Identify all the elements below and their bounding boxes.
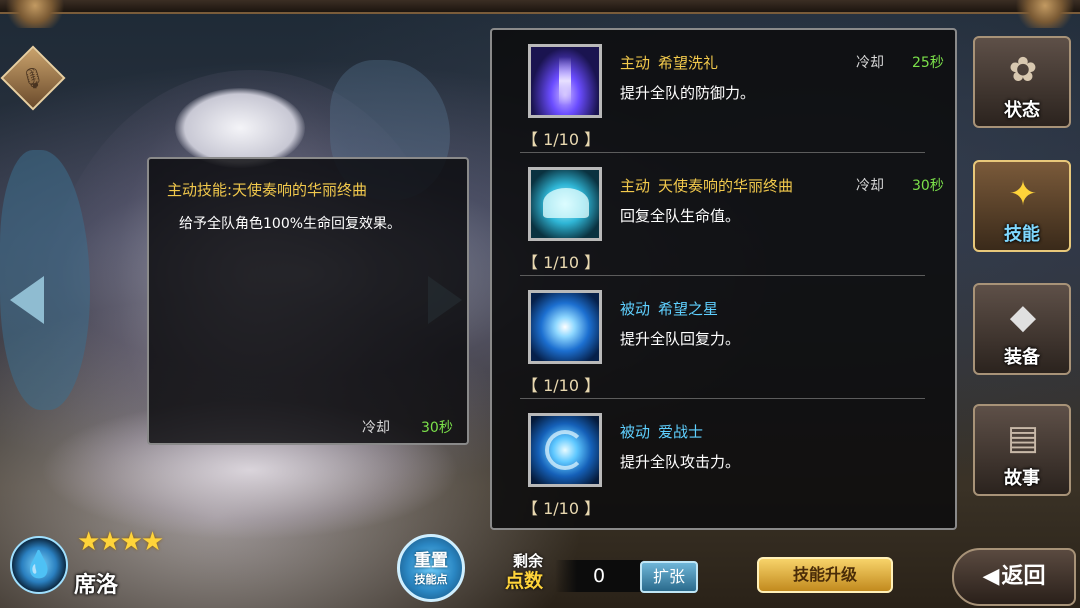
skill-upgrade-button[interactable]: 技能升级 xyxy=(757,557,893,593)
skill-type: 被动 xyxy=(620,423,651,441)
skill-type: 主动 xyxy=(620,54,651,72)
hat-art xyxy=(175,88,305,168)
tab-label: 技能 xyxy=(1004,224,1040,245)
skill-title: 天使奏响的华丽终曲 xyxy=(658,177,794,195)
tooltip-cooldown-value: 30秒 xyxy=(421,420,453,436)
skill-cooldown-label: 冷却 xyxy=(856,178,884,194)
skill-title: 希望之星 xyxy=(658,300,719,318)
skill-level: 【 1/10 】 xyxy=(522,376,601,395)
skill-row[interactable]: 主动 希望洗礼 提升全队的防御力。 冷却 25秒 【 1/10 】 xyxy=(492,30,955,153)
water-swirl-icon xyxy=(528,413,602,487)
water-drop-icon: 💧 xyxy=(10,536,68,594)
tooltip-cooldown-label: 冷却 xyxy=(362,420,390,436)
remaining-points-value: 0 xyxy=(555,560,643,592)
skill-tooltip: 主动技能:天使奏响的华丽终曲 给予全队角色100%生命回复效果。 冷却 30秒 xyxy=(147,157,469,445)
skill-type: 主动 xyxy=(620,177,651,195)
corner-ornament-right xyxy=(1010,0,1080,28)
star-burst-icon xyxy=(528,290,602,364)
character-name: 席洛 xyxy=(74,573,119,598)
skill-description: 提升全队攻击力。 xyxy=(620,453,741,471)
skill-name: 被动 希望之星 xyxy=(620,298,718,319)
tooltip-description: 给予全队角色100%生命回复效果。 xyxy=(179,216,402,232)
skill-cooldown-label: 冷却 xyxy=(856,55,884,71)
top-frame xyxy=(0,0,1080,14)
skill-list-panel: 主动 希望洗礼 提升全队的防御力。 冷却 25秒 【 1/10 】 主动 天使奏响的… xyxy=(490,28,957,530)
remaining-points-label: 剩余 点数 xyxy=(505,551,543,591)
points-label-bottom: 点数 xyxy=(505,570,544,592)
tab-equipment[interactable]: ◆ 装备 xyxy=(973,283,1071,375)
tab-skill[interactable]: ✦ 技能 xyxy=(973,160,1071,252)
reset-label-line1: 重置 xyxy=(414,551,448,571)
tab-story[interactable]: ▤ 故事 xyxy=(973,404,1071,496)
skill-name: 被动 爱战士 xyxy=(620,421,703,442)
reset-label-line2: 技能点 xyxy=(414,573,448,586)
back-button[interactable]: ◀返回 xyxy=(952,548,1076,606)
skill-description: 提升全队的防御力。 xyxy=(620,84,756,102)
status-icon: ✿ xyxy=(1008,50,1038,90)
skill-description: 回复全队生命值。 xyxy=(620,207,741,225)
skill-cooldown-value: 30秒 xyxy=(912,178,944,194)
skill-cooldown-value: 25秒 xyxy=(912,55,944,71)
tooltip-title: 主动技能:天使奏响的华丽终曲 xyxy=(167,181,368,199)
light-pillar-icon xyxy=(528,44,602,118)
angel-wings-icon xyxy=(528,167,602,241)
skill-row[interactable]: 主动 天使奏响的华丽终曲 回复全队生命值。 冷却 30秒 【 1/10 】 xyxy=(492,153,955,276)
equipment-icon: ◆ xyxy=(1009,297,1037,337)
skill-level: 【 1/10 】 xyxy=(522,130,601,149)
skill-title: 希望洗礼 xyxy=(658,54,719,72)
corner-ornament-left xyxy=(0,0,70,28)
reset-skill-points-button[interactable]: 重置 技能点 xyxy=(397,534,465,602)
tab-status[interactable]: ✿ 状态 xyxy=(973,36,1071,128)
skill-title: 爱战士 xyxy=(658,423,704,441)
skill-row[interactable]: 被动 希望之星 提升全队回复力。 【 1/10 】 xyxy=(492,276,955,399)
tab-label: 故事 xyxy=(1004,468,1040,489)
skill-icon: ✦ xyxy=(1008,174,1038,214)
skill-name: 主动 天使奏响的华丽终曲 xyxy=(620,175,793,196)
prev-character-arrow-icon[interactable] xyxy=(10,276,44,324)
expand-button[interactable]: 扩张 xyxy=(640,561,698,593)
skill-level: 【 1/10 】 xyxy=(522,253,601,272)
skill-level: 【 1/10 】 xyxy=(522,499,601,518)
skill-description: 提升全队回复力。 xyxy=(620,330,741,348)
points-label-top: 剩余 xyxy=(513,552,544,570)
microphone-icon: 🎙 xyxy=(20,65,46,90)
skill-row[interactable]: 被动 爱战士 提升全队攻击力。 【 1/10 】 xyxy=(492,399,955,522)
story-book-icon: ▤ xyxy=(1006,418,1040,458)
back-label: 返回 xyxy=(1001,564,1046,589)
back-arrow-icon: ◀ xyxy=(982,564,1000,589)
tab-label: 装备 xyxy=(1004,347,1040,368)
rarity-stars: ★★★★ xyxy=(77,527,164,557)
skill-name: 主动 希望洗礼 xyxy=(620,52,718,73)
skill-type: 被动 xyxy=(620,300,651,318)
tab-label: 状态 xyxy=(1004,100,1040,121)
